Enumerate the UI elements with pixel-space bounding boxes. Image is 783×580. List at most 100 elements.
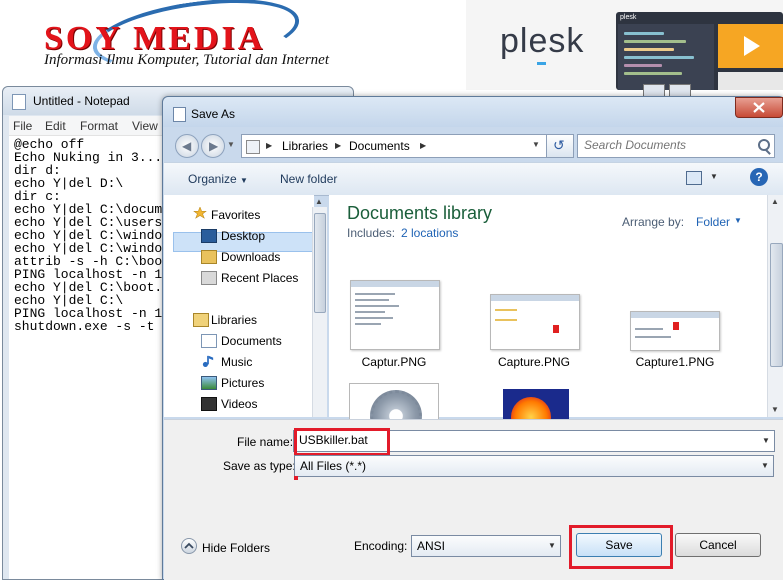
arrange-by-dropdown[interactable]: Folder (696, 215, 730, 229)
save-as-type-highlight-mark (294, 476, 298, 480)
encoding-select[interactable]: ANSI ▼ (411, 535, 561, 557)
library-title: Documents library (347, 203, 493, 223)
encoding-value: ANSI (417, 539, 446, 553)
libraries-icon (193, 313, 209, 327)
breadcrumb-chevron-icon[interactable]: ▶ (266, 141, 272, 150)
nav-libraries[interactable]: Libraries (211, 313, 257, 327)
library-icon (246, 140, 260, 154)
breadcrumb-chevron-icon[interactable]: ▶ (335, 141, 341, 150)
save-as-type-value: All Files (*.*) (300, 459, 367, 473)
back-arrow-icon: ◀ (182, 139, 192, 153)
file-thumbnail[interactable] (490, 294, 580, 350)
file-thumbnail[interactable] (503, 383, 569, 419)
scroll-up-icon[interactable]: ▲ (771, 197, 779, 206)
nav-recent-places[interactable]: Recent Places (221, 271, 298, 285)
thumbnail-folder (495, 319, 517, 321)
content-scrollbar-thumb[interactable] (770, 243, 783, 367)
library-includes-label: Includes: (347, 226, 396, 240)
plesk-code-line (624, 72, 682, 75)
encoding-label: Encoding: (354, 539, 408, 553)
notepad-title: Untitled - Notepad (33, 94, 130, 108)
pictures-icon (201, 376, 217, 390)
file-thumbnail[interactable] (630, 311, 720, 351)
documents-icon (201, 334, 217, 348)
thumbnail-line (355, 317, 393, 319)
save-button[interactable]: Save (576, 533, 662, 557)
thumbnail-line (355, 293, 395, 295)
new-folder-button[interactable]: New folder (280, 172, 337, 186)
save-as-type-select[interactable]: All Files (*.*) ▼ (294, 455, 774, 477)
recent-places-icon (201, 271, 217, 285)
nav-pictures[interactable]: Pictures (221, 376, 264, 390)
arrange-by-label: Arrange by: (622, 215, 685, 229)
nav-documents[interactable]: Documents (221, 334, 282, 348)
plesk-dot-mark (537, 62, 546, 65)
search-input[interactable] (578, 135, 762, 155)
chevron-up-icon (184, 542, 194, 549)
file-name-highlight-box (294, 428, 390, 456)
breadcrumb-libraries[interactable]: Libraries (282, 139, 328, 153)
file-thumbnail[interactable] (350, 280, 440, 350)
nav-downloads[interactable]: Downloads (221, 250, 280, 264)
address-dropdown-icon[interactable]: ▼ (532, 140, 540, 149)
downloads-folder-icon (201, 250, 217, 264)
address-bar[interactable]: ▶ Libraries ▶ Documents ▶ ▼ (241, 134, 571, 158)
file-name-label[interactable]: Capture1.PNG (625, 355, 725, 369)
hide-folders-icon[interactable] (181, 538, 197, 554)
menu-view[interactable]: View (132, 119, 158, 133)
file-name-label[interactable]: Capture.PNG (484, 355, 584, 369)
help-icon[interactable]: ? (750, 168, 768, 186)
thumbnail-line (355, 311, 385, 313)
file-thumbnail[interactable] (349, 383, 439, 421)
website-banner: SOY MEDIA Informasi Ilmu Komputer, Tutor… (0, 0, 783, 90)
change-view-icon[interactable] (686, 171, 702, 185)
thumbnail-folder (495, 309, 517, 311)
dialog-title-bar[interactable]: Save As (163, 97, 783, 127)
plesk-code-line (624, 40, 686, 43)
back-button[interactable]: ◀ (175, 134, 199, 158)
breadcrumb-documents[interactable]: Documents (349, 139, 410, 153)
forward-arrow-icon: ▶ (209, 139, 219, 153)
recent-locations-dropdown[interactable]: ▼ (227, 140, 235, 149)
close-icon (753, 102, 765, 113)
thumbnail-arrow-mark (673, 322, 679, 330)
search-box[interactable] (577, 134, 775, 158)
file-name-dropdown-icon[interactable]: ▼ (762, 436, 770, 445)
forward-button[interactable]: ▶ (201, 134, 225, 158)
scroll-up-icon[interactable]: ▲ (315, 197, 323, 206)
breadcrumb-chevron-icon[interactable]: ▶ (420, 141, 426, 150)
scroll-down-icon[interactable]: ▼ (771, 405, 779, 414)
organize-button[interactable]: Organize ▼ (188, 172, 248, 186)
menu-edit[interactable]: Edit (45, 119, 66, 133)
nav-favorites[interactable]: Favorites (211, 208, 260, 222)
search-icon-handle (765, 149, 771, 155)
plesk-screen-label: plesk (620, 14, 637, 21)
cancel-button[interactable]: Cancel (675, 533, 761, 557)
menu-format[interactable]: Format (80, 119, 118, 133)
encoding-dropdown-icon[interactable]: ▼ (548, 541, 556, 550)
view-options-dropdown-icon[interactable]: ▼ (710, 172, 718, 181)
library-locations-link[interactable]: 2 locations (401, 226, 458, 240)
thumbnail-line (355, 323, 381, 325)
notepad-icon (12, 94, 26, 110)
thumbnail-line (635, 328, 663, 330)
close-button[interactable] (735, 97, 783, 118)
logo-tagline: Informasi Ilmu Komputer, Tutorial dan In… (44, 52, 330, 68)
plesk-code-line (624, 32, 664, 35)
plesk-code-line (624, 64, 662, 67)
thumbnail-bar (491, 295, 579, 301)
nav-videos[interactable]: Videos (221, 397, 257, 411)
save-as-type-dropdown-icon[interactable]: ▼ (761, 461, 769, 470)
file-name-label[interactable]: Captur.PNG (344, 355, 444, 369)
nav-desktop[interactable]: Desktop (221, 229, 265, 243)
plesk-code-line (624, 56, 694, 59)
hide-folders-button[interactable]: Hide Folders (202, 541, 270, 555)
refresh-button[interactable]: ↺ (546, 134, 574, 158)
refresh-icon: ↺ (553, 137, 565, 153)
arrange-dropdown-icon[interactable]: ▼ (734, 216, 742, 225)
nav-music[interactable]: Music (221, 355, 252, 369)
search-icon[interactable] (758, 139, 770, 151)
menu-file[interactable]: File (13, 119, 32, 133)
settings-gear-icon (370, 390, 422, 420)
nav-scrollbar-thumb[interactable] (314, 213, 326, 313)
